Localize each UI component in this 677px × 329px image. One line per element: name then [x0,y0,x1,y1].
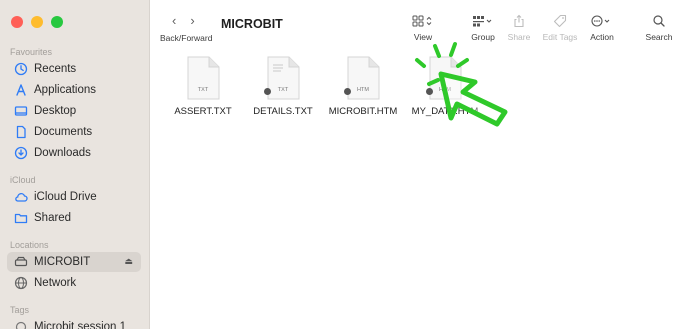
sidebar-item-downloads[interactable]: Downloads [7,143,141,163]
file-item[interactable]: HTM MY_DATA.HTM [405,56,485,117]
applications-icon [14,83,28,97]
file-name: DETAILS.TXT [253,106,313,117]
sidebar-item-microbit[interactable]: MICROBIT ⏏ [7,252,141,272]
clock-icon [14,62,28,76]
tag-icon [14,320,28,329]
file-grid: TXT ASSERT.TXT TXT DETAILS.TXT HTM MICRO… [150,48,677,329]
toolbar: ‹ › Back/Forward MICROBIT View Group Sha… [150,0,677,48]
sidebar-item-label: Applications [34,84,97,96]
view-button[interactable]: View [408,14,438,42]
group-button[interactable]: Group [468,14,498,42]
grid-view-icon [408,14,438,29]
drive-icon [14,255,28,269]
window-title: MICROBIT [221,17,283,31]
file-name: MY_DATA.HTM [411,106,479,117]
html-file-icon: HTM [426,56,462,100]
sidebar-item-label: Microbit session 1 [34,321,127,329]
sidebar-item-documents[interactable]: Documents [7,122,141,142]
text-file-icon: TXT [186,56,220,100]
forward-button[interactable]: › [190,13,194,28]
file-extension-label: TXT [277,87,289,93]
document-icon [14,125,28,139]
edit-tags-button[interactable]: Edit Tags [538,14,582,42]
sidebar-item-label: MICROBIT [34,256,91,268]
close-window-button[interactable] [11,16,23,28]
ellipsis-circle-icon [586,14,618,29]
action-label: Action [590,32,614,42]
edit-tags-label: Edit Tags [542,32,578,42]
sidebar-item-recents[interactable]: Recents [7,59,141,79]
sidebar-item-desktop[interactable]: Desktop [7,101,141,121]
file-name: MICROBIT.HTM [328,106,398,117]
window-controls [11,16,63,28]
back-forward-label: Back/Forward [160,33,213,43]
group-label: Group [471,32,495,42]
desktop-icon [14,104,28,118]
file-item[interactable]: TXT DETAILS.TXT [243,56,323,117]
file-extension-label: HTM [357,87,369,93]
sidebar-item-label: Shared [34,212,72,224]
group-icon [468,14,498,29]
sidebar-item-label: Recents [34,63,77,75]
file-item[interactable]: HTM MICROBIT.HTM [323,56,403,117]
sidebar-item-label: Desktop [34,105,77,117]
sidebar-item-network[interactable]: Network [7,273,141,293]
sidebar-section-locations: Locations [10,240,49,250]
sidebar-item-applications[interactable]: Applications [7,80,141,100]
shared-folder-icon [14,211,28,225]
file-extension-label: TXT [197,87,209,93]
cloud-icon [14,190,28,204]
sidebar-section-icloud: iCloud [10,175,36,185]
minimize-window-button[interactable] [31,16,43,28]
share-icon [505,14,533,29]
file-item[interactable]: TXT ASSERT.TXT [163,56,243,117]
globe-icon [14,276,28,290]
tag-outline-icon [538,14,582,29]
download-icon [14,146,28,160]
sidebar: Favourites Recents Applications Desktop … [0,0,150,329]
sidebar-item-label: Downloads [34,147,91,159]
action-button[interactable]: Action [586,14,618,42]
sidebar-section-favourites: Favourites [10,47,53,57]
sidebar-item-label: iCloud Drive [34,191,97,203]
view-label: View [413,32,433,42]
text-file-icon: TXT [264,56,300,100]
file-extension-label: HTM [439,87,451,93]
finder-window: Favourites Recents Applications Desktop … [0,0,677,329]
sidebar-section-tags: Tags [10,305,30,315]
sidebar-item-label: Network [34,277,77,289]
sidebar-item-label: Documents [34,126,93,138]
html-file-icon: HTM [344,56,380,100]
back-button[interactable]: ‹ [172,13,176,28]
search-label: Search [645,32,673,42]
sidebar-item-shared[interactable]: Shared [7,208,141,228]
search-button[interactable]: Search [644,14,674,42]
share-button[interactable]: Share [505,14,533,42]
zoom-window-button[interactable] [51,16,63,28]
sidebar-item-tag-microbit-session[interactable]: Microbit session 1 [7,317,141,329]
share-label: Share [507,32,531,42]
file-name: ASSERT.TXT [174,106,232,117]
eject-icon[interactable]: ⏏ [124,256,133,267]
search-icon [644,14,674,29]
back-forward-group: ‹ › [172,13,195,28]
sidebar-item-icloud-drive[interactable]: iCloud Drive [7,187,141,207]
